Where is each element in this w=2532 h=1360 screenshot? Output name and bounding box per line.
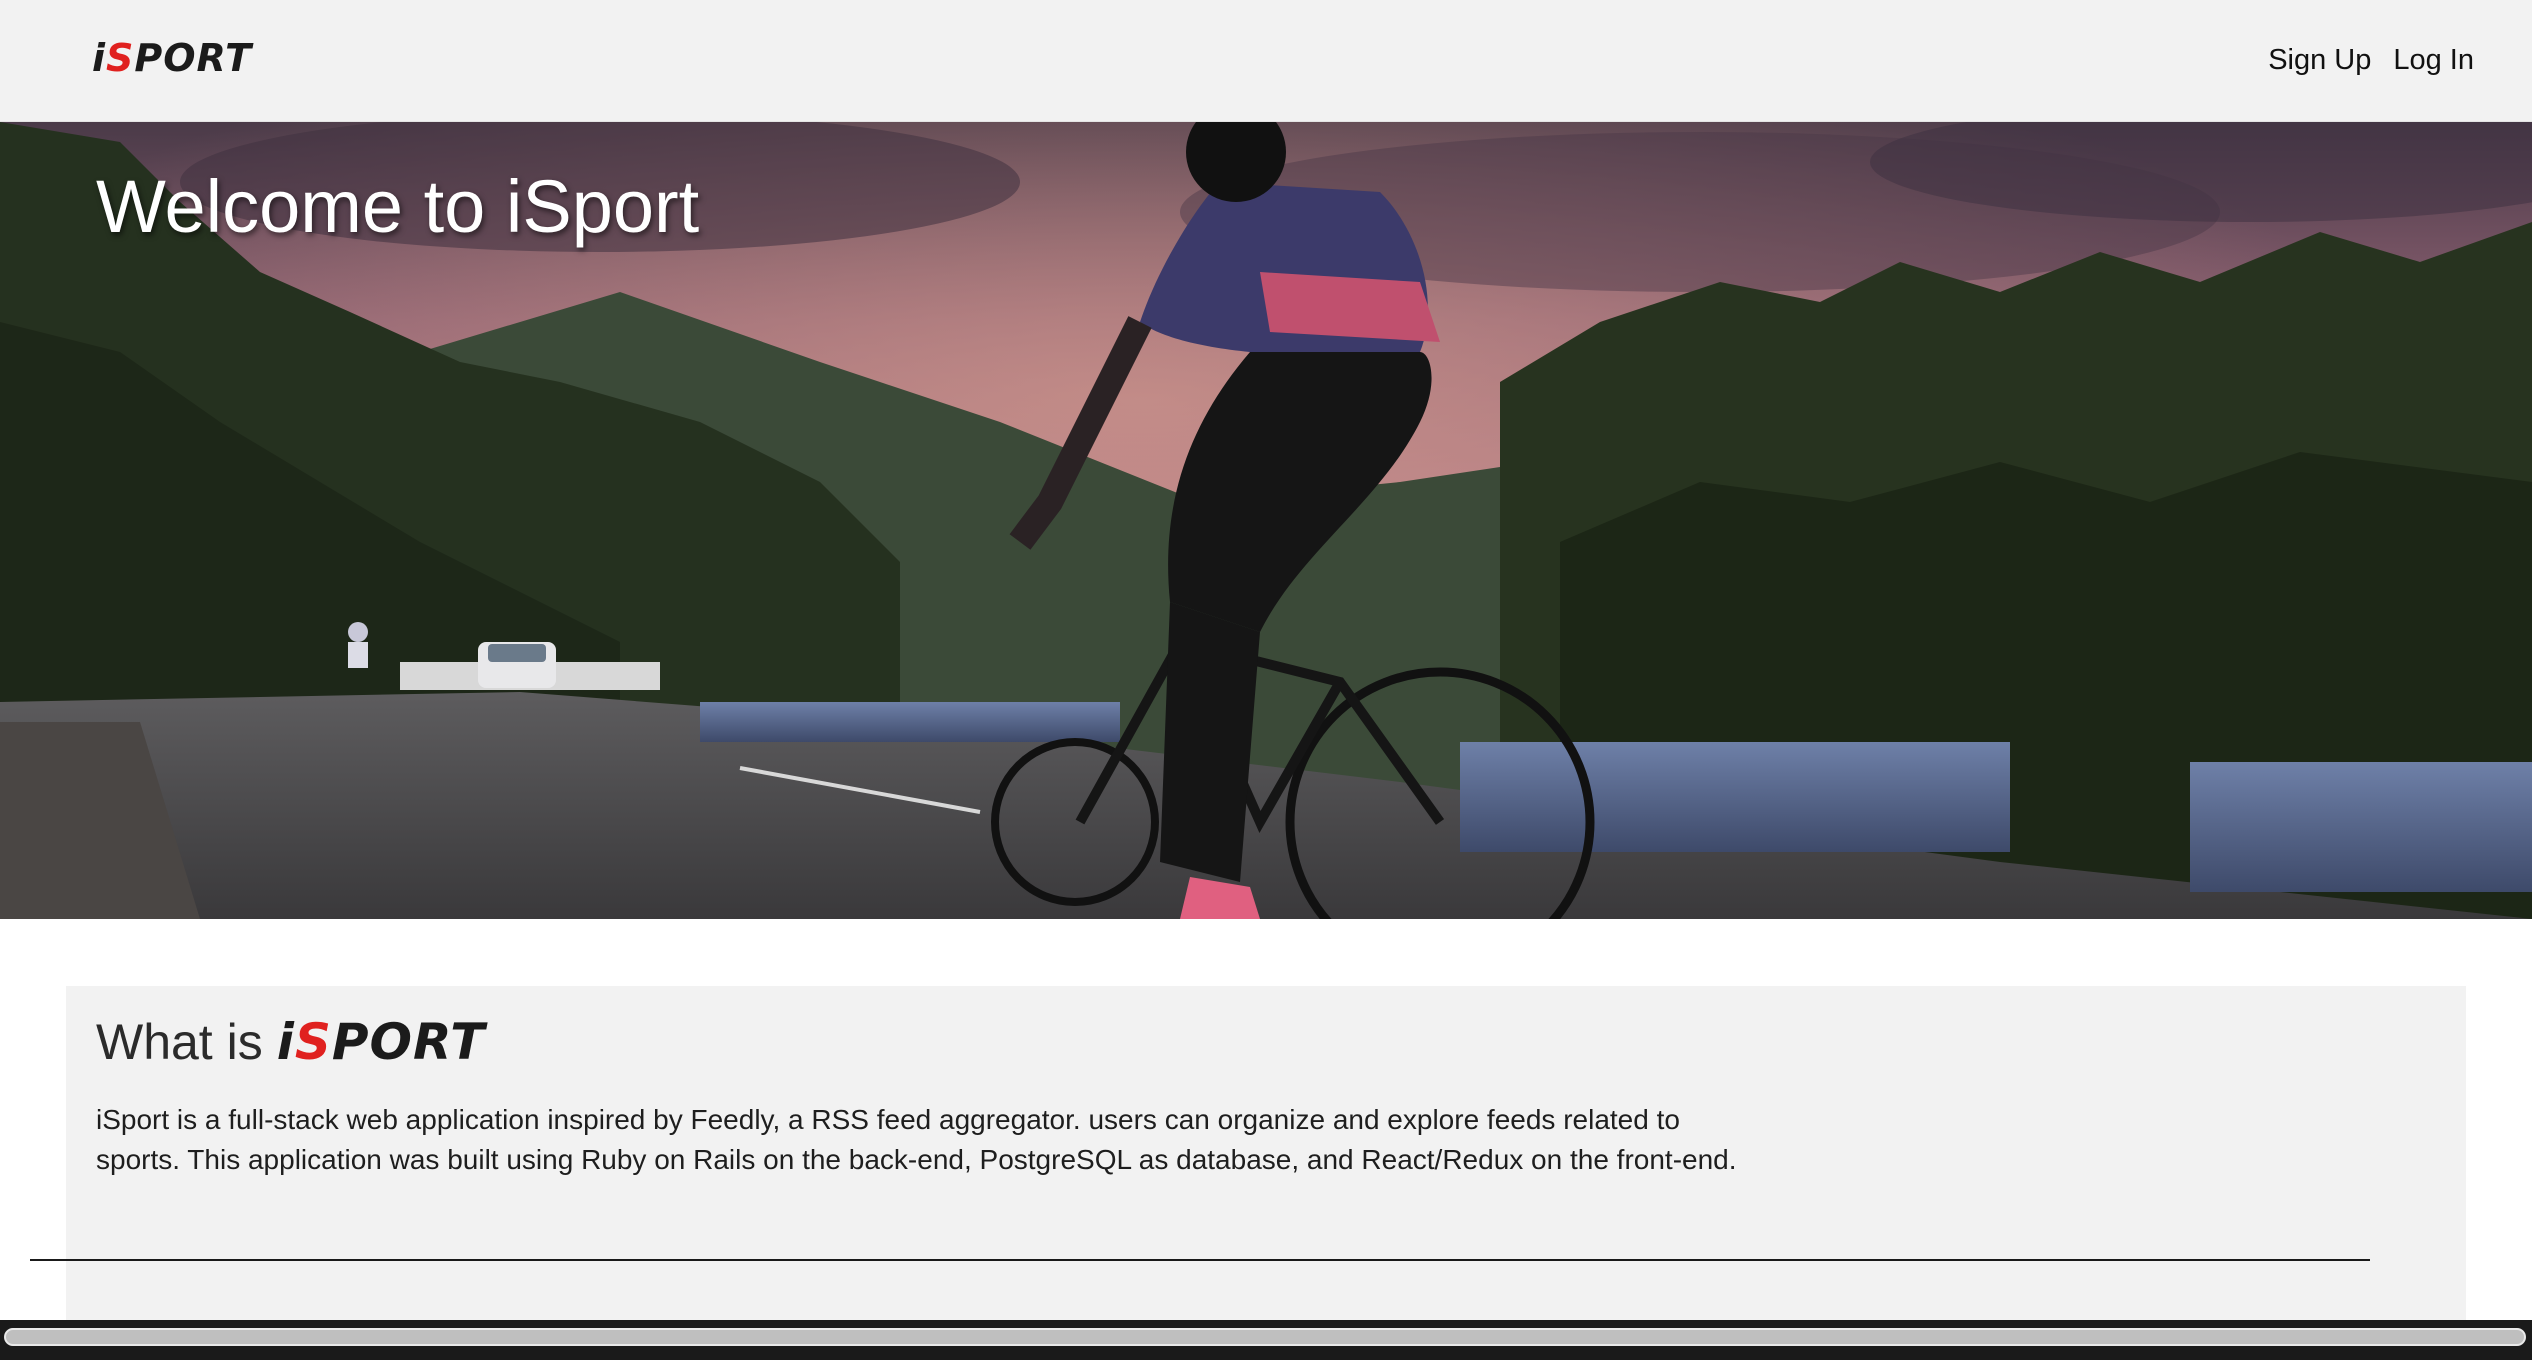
logo-rest: PORT [134,36,253,80]
about-section: What is iSPORT iSport is a full-stack web… [66,986,2466,1360]
isport-brand-wordmark: iSPORT [277,1013,486,1071]
horizontal-scrollbar-thumb[interactable] [4,1328,2526,1346]
hero-banner: Welcome to iSport [0,122,2532,919]
log-in-link[interactable]: Log In [2393,38,2474,82]
top-navbar: iSPORT Sign Up Log In [0,0,2532,122]
brand-s: S [294,1013,332,1071]
hero-title: Welcome to iSport [96,165,700,248]
logo-s: S [106,36,135,80]
sign-up-link[interactable]: Sign Up [2268,38,2371,82]
logo-i: i [92,36,107,80]
about-heading-prefix: What is [96,1014,263,1070]
brand-i: i [276,1013,295,1071]
isport-logo[interactable]: iSPORT [92,34,252,82]
auth-nav: Sign Up Log In [2268,38,2474,82]
brand-rest: PORT [331,1013,486,1071]
section-divider [30,1259,2370,1261]
about-description: iSport is a full-stack web application i… [96,1104,1737,1175]
about-heading: What is iSPORT [96,1010,485,1074]
